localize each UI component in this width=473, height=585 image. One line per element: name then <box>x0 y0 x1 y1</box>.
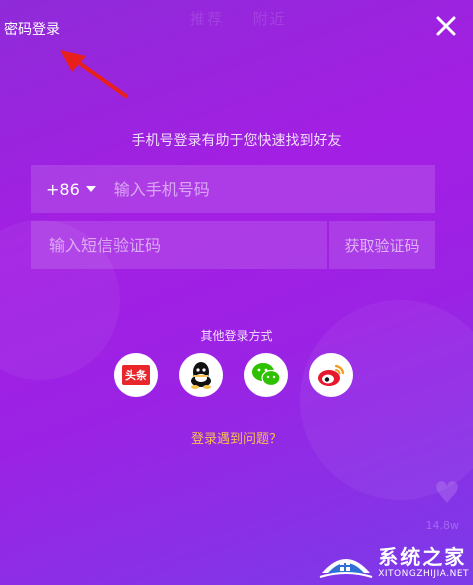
watermark-logo-icon <box>319 559 373 578</box>
watermark-subtitle: XITONGZHIJIA.NET <box>378 569 469 579</box>
bg-like-count: 14.8w <box>425 519 460 532</box>
weibo-icon <box>318 364 345 386</box>
watermark: 系统之家 XITONGZHIJIA.NET <box>318 543 469 581</box>
phone-input-row: +86 <box>31 165 435 213</box>
qq-login-button[interactable] <box>179 353 223 397</box>
close-icon <box>436 16 456 36</box>
wechat-icon <box>252 363 281 387</box>
close-button[interactable] <box>435 15 457 37</box>
login-hint-text: 手机号登录有助于您快速找到好友 <box>131 133 342 149</box>
country-code-selector[interactable]: +86 <box>46 180 96 199</box>
toutiao-icon: 头条 <box>122 365 150 385</box>
login-screen: 推荐 附近 ♥ 14.8w 密码登录 手机号登录有助于您快速找到好友 +86 获… <box>0 0 473 585</box>
sms-code-input[interactable] <box>47 234 311 256</box>
watermark-text: 系统之家 XITONGZHIJIA.NET <box>378 545 469 579</box>
qq-icon <box>191 362 211 389</box>
annotation-arrow-icon <box>60 50 128 98</box>
get-code-button[interactable]: 获取验证码 <box>329 221 435 269</box>
bg-tabs: 推荐 附近 <box>190 8 309 29</box>
weibo-login-button[interactable] <box>309 353 353 397</box>
login-problem-link[interactable]: 登录遇到问题？ <box>0 428 473 447</box>
watermark-title: 系统之家 <box>378 545 467 569</box>
bg-tab-recommend: 推荐 <box>190 10 225 28</box>
heart-icon: ♥ <box>433 476 461 511</box>
toutiao-login-button[interactable]: 头条 <box>114 353 158 397</box>
social-login-list: 头条 <box>114 353 353 397</box>
password-login-link[interactable]: 密码登录 <box>4 19 60 39</box>
sms-code-row: 获取验证码 <box>31 221 435 269</box>
wechat-login-button[interactable] <box>244 353 288 397</box>
caret-down-icon <box>85 186 96 192</box>
bg-tab-nearby: 附近 <box>252 10 287 28</box>
sms-code-box <box>31 221 327 269</box>
country-code-value: +86 <box>46 179 80 199</box>
phone-number-input[interactable] <box>111 178 396 200</box>
other-login-label: 其他登录方式 <box>200 329 273 343</box>
